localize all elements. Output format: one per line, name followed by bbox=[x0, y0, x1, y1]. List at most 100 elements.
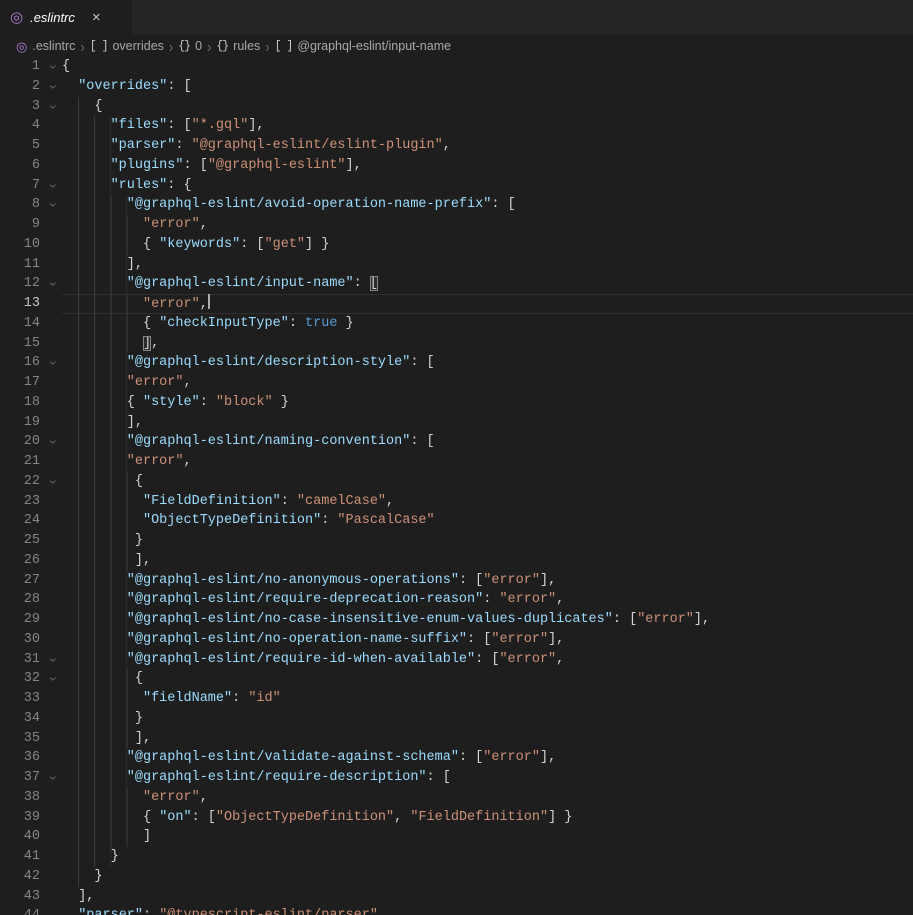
code-line-2[interactable]: 2›"overrides": [ bbox=[0, 77, 913, 97]
code-content[interactable]: "rules": { bbox=[62, 176, 913, 196]
code-content[interactable]: "@graphql-eslint/require-id-when-availab… bbox=[62, 650, 913, 670]
code-line-28[interactable]: 28"@graphql-eslint/require-deprecation-r… bbox=[0, 590, 913, 610]
code-line-9[interactable]: 9"error", bbox=[0, 215, 913, 235]
code-line-10[interactable]: 10{ "keywords": ["get"] } bbox=[0, 235, 913, 255]
code-content[interactable]: "plugins": ["@graphql-eslint"], bbox=[62, 156, 913, 176]
tab-eslintrc[interactable]: ◎ .eslintrc × bbox=[0, 0, 132, 35]
code-content[interactable]: } bbox=[62, 531, 913, 551]
code-line-15[interactable]: 15], bbox=[0, 334, 913, 354]
code-line-22[interactable]: 22›{ bbox=[0, 472, 913, 492]
code-content[interactable]: "fieldName": "id" bbox=[62, 689, 913, 709]
code-line-43[interactable]: 43], bbox=[0, 887, 913, 907]
code-content[interactable]: "@graphql-eslint/no-anonymous-operations… bbox=[62, 571, 913, 591]
code-content[interactable]: "error", bbox=[62, 452, 913, 472]
code-line-35[interactable]: 35], bbox=[0, 729, 913, 749]
code-line-31[interactable]: 31›"@graphql-eslint/require-id-when-avai… bbox=[0, 650, 913, 670]
code-line-33[interactable]: 33"fieldName": "id" bbox=[0, 689, 913, 709]
code-line-39[interactable]: 39{ "on": ["ObjectTypeDefinition", "Fiel… bbox=[0, 808, 913, 828]
code-line-11[interactable]: 11], bbox=[0, 255, 913, 275]
code-content[interactable]: { "on": ["ObjectTypeDefinition", "FieldD… bbox=[62, 808, 913, 828]
code-content[interactable]: { bbox=[62, 57, 913, 77]
code-line-12[interactable]: 12›"@graphql-eslint/input-name": [ bbox=[0, 274, 913, 294]
code-line-17[interactable]: 17"error", bbox=[0, 373, 913, 393]
code-line-4[interactable]: 4"files": ["*.gql"], bbox=[0, 116, 913, 136]
code-content[interactable]: "@graphql-eslint/no-operation-name-suffi… bbox=[62, 630, 913, 650]
code-content[interactable]: ], bbox=[62, 413, 913, 433]
code-line-13[interactable]: 13"error", bbox=[0, 294, 913, 314]
breadcrumb-item-rules[interactable]: {}rules bbox=[216, 39, 260, 53]
code-content[interactable]: "error", bbox=[62, 373, 913, 393]
code-content[interactable]: "@graphql-eslint/no-case-insensitive-enu… bbox=[62, 610, 913, 630]
code-line-37[interactable]: 37›"@graphql-eslint/require-description"… bbox=[0, 768, 913, 788]
code-content[interactable]: "error", bbox=[62, 215, 913, 235]
code-line-40[interactable]: 40] bbox=[0, 827, 913, 847]
code-content[interactable]: } bbox=[62, 709, 913, 729]
code-content[interactable]: { bbox=[62, 472, 913, 492]
code-line-42[interactable]: 42} bbox=[0, 867, 913, 887]
breadcrumb-item--eslintrc[interactable]: ◎.eslintrc bbox=[16, 39, 75, 53]
code-content[interactable]: "@graphql-eslint/require-deprecation-rea… bbox=[62, 590, 913, 610]
code-content[interactable]: "error", bbox=[62, 788, 913, 808]
code-line-8[interactable]: 8›"@graphql-eslint/avoid-operation-name-… bbox=[0, 195, 913, 215]
fold-chevron-icon[interactable]: › bbox=[40, 176, 62, 196]
fold-chevron-icon[interactable]: › bbox=[40, 669, 62, 689]
code-content[interactable]: "@graphql-eslint/input-name": [ bbox=[62, 274, 913, 294]
code-line-30[interactable]: 30"@graphql-eslint/no-operation-name-suf… bbox=[0, 630, 913, 650]
code-line-36[interactable]: 36"@graphql-eslint/validate-against-sche… bbox=[0, 748, 913, 768]
code-line-18[interactable]: 18{ "style": "block" } bbox=[0, 393, 913, 413]
code-content[interactable]: "parser": "@typescript-eslint/parser" bbox=[62, 906, 913, 915]
code-content[interactable]: "@graphql-eslint/naming-convention": [ bbox=[62, 432, 913, 452]
code-line-25[interactable]: 25} bbox=[0, 531, 913, 551]
code-line-19[interactable]: 19], bbox=[0, 413, 913, 433]
code-line-21[interactable]: 21"error", bbox=[0, 452, 913, 472]
code-content[interactable]: "FieldDefinition": "camelCase", bbox=[62, 492, 913, 512]
code-content[interactable]: ], bbox=[62, 887, 913, 907]
fold-chevron-icon[interactable]: › bbox=[40, 650, 62, 670]
code-line-27[interactable]: 27"@graphql-eslint/no-anonymous-operatio… bbox=[0, 571, 913, 591]
code-content[interactable]: { bbox=[62, 97, 913, 117]
code-line-16[interactable]: 16›"@graphql-eslint/description-style": … bbox=[0, 353, 913, 373]
code-content[interactable]: "@graphql-eslint/description-style": [ bbox=[62, 353, 913, 373]
breadcrumb-item--graphql-eslint-input-name[interactable]: [ ]@graphql-eslint/input-name bbox=[275, 39, 451, 53]
code-line-26[interactable]: 26], bbox=[0, 551, 913, 571]
code-content[interactable]: ] bbox=[62, 827, 913, 847]
code-line-41[interactable]: 41} bbox=[0, 847, 913, 867]
code-content[interactable]: "@graphql-eslint/require-description": [ bbox=[62, 768, 913, 788]
code-line-1[interactable]: 1›{ bbox=[0, 57, 913, 77]
code-line-23[interactable]: 23"FieldDefinition": "camelCase", bbox=[0, 492, 913, 512]
fold-chevron-icon[interactable]: › bbox=[40, 472, 62, 492]
code-content[interactable]: "@graphql-eslint/validate-against-schema… bbox=[62, 748, 913, 768]
breadcrumb-item-overrides[interactable]: [ ]overrides bbox=[90, 39, 164, 53]
fold-chevron-icon[interactable]: › bbox=[40, 97, 62, 117]
code-line-32[interactable]: 32›{ bbox=[0, 669, 913, 689]
code-content[interactable]: ], bbox=[62, 551, 913, 571]
code-content[interactable]: { "style": "block" } bbox=[62, 393, 913, 413]
code-content[interactable]: { bbox=[62, 669, 913, 689]
fold-chevron-icon[interactable]: › bbox=[40, 274, 62, 294]
fold-chevron-icon[interactable]: › bbox=[40, 768, 62, 788]
code-line-14[interactable]: 14{ "checkInputType": true } bbox=[0, 314, 913, 334]
close-icon[interactable]: × bbox=[92, 10, 101, 25]
code-content[interactable]: "files": ["*.gql"], bbox=[62, 116, 913, 136]
code-content[interactable]: "overrides": [ bbox=[62, 77, 913, 97]
code-content[interactable]: ], bbox=[62, 255, 913, 275]
code-content[interactable]: "@graphql-eslint/avoid-operation-name-pr… bbox=[62, 195, 913, 215]
code-content[interactable]: } bbox=[62, 847, 913, 867]
code-content[interactable]: "error", bbox=[62, 294, 913, 314]
fold-chevron-icon[interactable]: › bbox=[40, 77, 62, 97]
code-line-5[interactable]: 5"parser": "@graphql-eslint/eslint-plugi… bbox=[0, 136, 913, 156]
code-content[interactable]: ], bbox=[62, 334, 913, 354]
code-line-24[interactable]: 24"ObjectTypeDefinition": "PascalCase" bbox=[0, 511, 913, 531]
code-content[interactable]: } bbox=[62, 867, 913, 887]
fold-chevron-icon[interactable]: › bbox=[40, 432, 62, 452]
fold-chevron-icon[interactable]: › bbox=[40, 353, 62, 373]
code-content[interactable]: { "keywords": ["get"] } bbox=[62, 235, 913, 255]
code-line-38[interactable]: 38"error", bbox=[0, 788, 913, 808]
fold-chevron-icon[interactable]: › bbox=[40, 195, 62, 215]
code-line-6[interactable]: 6"plugins": ["@graphql-eslint"], bbox=[0, 156, 913, 176]
code-line-3[interactable]: 3›{ bbox=[0, 97, 913, 117]
code-content[interactable]: ], bbox=[62, 729, 913, 749]
code-content[interactable]: { "checkInputType": true } bbox=[62, 314, 913, 334]
fold-chevron-icon[interactable]: › bbox=[40, 57, 62, 77]
code-content[interactable]: "parser": "@graphql-eslint/eslint-plugin… bbox=[62, 136, 913, 156]
